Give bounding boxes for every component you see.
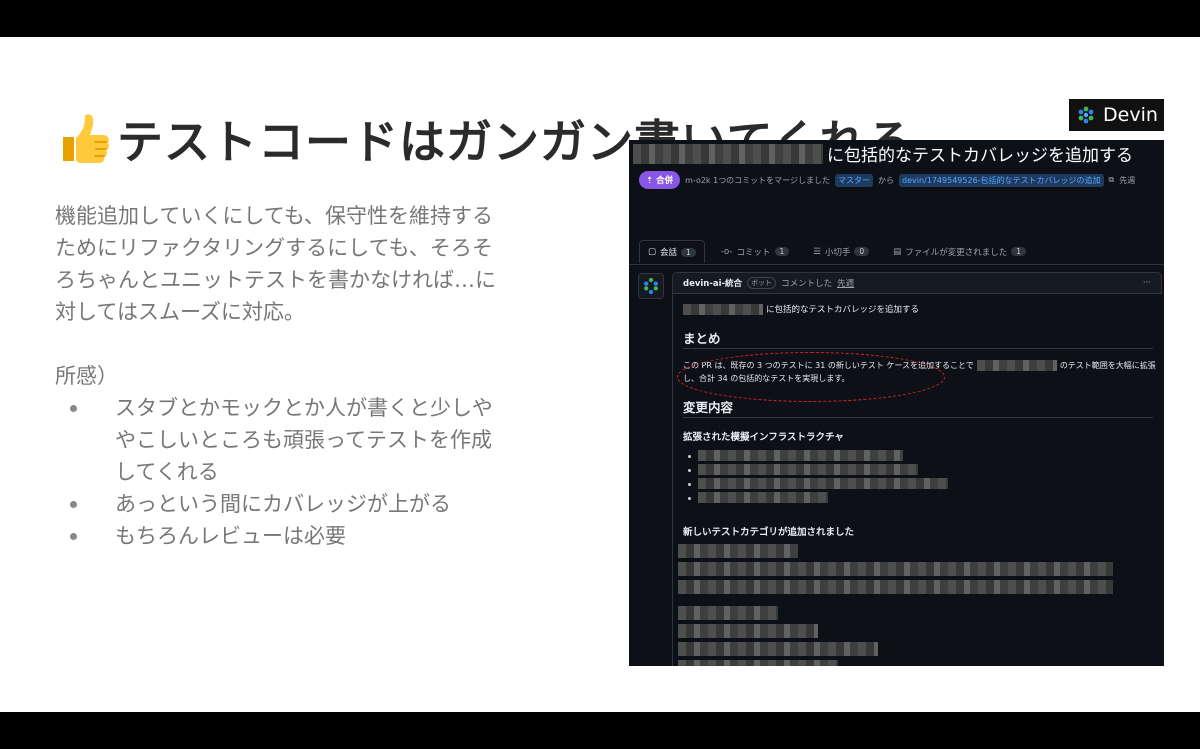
tab-files-changed[interactable]: ▤ ファイルが変更されました 1 xyxy=(885,240,1034,263)
intro-line: 対してはスムーズに対応。 xyxy=(55,300,305,324)
author-meta: m-o2k 1つのコミットをマージしました xyxy=(685,175,831,185)
divider xyxy=(683,348,1153,349)
redacted-text xyxy=(698,450,903,461)
impressions-label: 所感） xyxy=(55,364,118,388)
bullet-dot xyxy=(70,501,77,508)
bullet-dot xyxy=(70,405,77,412)
bullet-text: あっという間にカバレッジが上がる xyxy=(115,492,451,516)
redacted-text xyxy=(678,580,1113,594)
devin-badge: Devin xyxy=(1069,99,1164,131)
pr-screenshot: に包括的なテストカバレッジを追加する ⇡ 合併 m-o2k 1つのコミットをマー… xyxy=(629,140,1164,666)
more-options-button[interactable]: ··· xyxy=(1143,278,1151,288)
comment-time[interactable]: 先週 xyxy=(837,277,854,289)
merge-icon: ⇡ xyxy=(646,176,654,186)
redacted-text xyxy=(698,464,918,475)
redacted-text xyxy=(678,660,838,666)
from-label: から xyxy=(878,175,895,185)
tab-count: 1 xyxy=(681,247,696,257)
tab-label: 小切手 xyxy=(824,247,851,258)
redacted-text xyxy=(976,360,1057,371)
pr-title-text: に包括的なテストカバレッジを追加する xyxy=(827,146,1133,166)
impressions-list: スタブとかモックとか人が書くと少しや やこしいところも頑張ってテストを作成 して… xyxy=(55,392,565,552)
thumbs-up-icon xyxy=(63,114,110,163)
intro-line: ろちゃんとユニットテストを書かなければ…に xyxy=(55,268,496,292)
intro-line: 機能追加していくにしても、保守性を維持する xyxy=(55,204,494,228)
tab-label: 会話 xyxy=(660,248,678,258)
redacted-text xyxy=(633,143,823,164)
bullet-dot xyxy=(688,469,691,472)
tab-count: 1 xyxy=(1011,247,1027,256)
tab-conversation[interactable]: ▢ 会話 1 xyxy=(639,240,705,263)
tab-label: コミット xyxy=(736,247,771,258)
bullet-dot xyxy=(688,497,691,500)
comment-line-text: に包括的なテストカバレッジを追加する xyxy=(766,305,920,315)
redacted-text xyxy=(683,303,763,315)
tab-checks[interactable]: ☰ 小切手 0 xyxy=(805,240,877,263)
slide-body: 機能追加していくにしても、保守性を維持する ためにリファクタリングするにしても、… xyxy=(55,200,565,552)
commit-icon: -o- xyxy=(720,246,733,257)
comment-icon: ▢ xyxy=(648,247,657,257)
comment-body: に包括的なテストカバレッジを追加する まとめ この PR は、既存の 3 つのテ… xyxy=(672,294,1163,666)
pr-meta: ⇡ 合併 m-o2k 1つのコミットをマージしました マスター から devin… xyxy=(639,171,1135,189)
redacted-text xyxy=(698,492,828,503)
copy-icon[interactable]: ⧉ xyxy=(1109,175,1115,185)
infra-heading: 拡張された模擬インフラストラクチャ xyxy=(683,432,844,443)
merged-status-badge: ⇡ 合併 xyxy=(639,171,681,189)
devin-logo-icon xyxy=(1078,106,1094,124)
redacted-text xyxy=(678,606,778,620)
comment-action: コメントした xyxy=(781,279,833,289)
summary-text: のテスト範囲を大幅に拡張 xyxy=(1059,361,1156,370)
tab-commits[interactable]: -o- コミット 1 xyxy=(713,240,797,263)
bullet-text: やこしいところも頑張ってテストを作成 xyxy=(115,428,492,452)
tab-divider xyxy=(629,264,1164,265)
tab-count: 1 xyxy=(774,247,790,256)
bullet-dot xyxy=(688,483,691,486)
meta-time: 先週 xyxy=(1119,175,1136,185)
redacted-text xyxy=(698,478,948,489)
tab-label: ファイルが変更されました xyxy=(905,247,1008,258)
head-branch-link[interactable]: devin/1749549526-包括的なテストカバレッジの追加 xyxy=(899,173,1104,187)
intro-line: ためにリファクタリングするにしても、そろそ xyxy=(55,236,493,260)
bullet-dot xyxy=(688,455,691,458)
merged-status-label: 合併 xyxy=(656,176,674,186)
summary-heading: まとめ xyxy=(683,331,721,346)
bullet-dot xyxy=(70,533,77,540)
base-branch-link[interactable]: マスター xyxy=(835,173,874,187)
redacted-text xyxy=(678,642,878,656)
comment-line: に包括的なテストカバレッジを追加する xyxy=(683,303,919,315)
comment-header: devin-ai-統合 ボット コメントした 先週 ··· xyxy=(672,272,1162,294)
devin-badge-label: Devin xyxy=(1103,104,1158,126)
bullet-text: してくれる xyxy=(115,460,219,484)
highlight-ellipse xyxy=(677,352,945,402)
bullet-item: スタブとかモックとか人が書くと少しや やこしいところも頑張ってテストを作成 して… xyxy=(55,392,565,488)
categories-heading: 新しいテストカテゴリが追加されました xyxy=(683,527,855,538)
bot-badge: ボット xyxy=(747,277,777,289)
changes-heading: 変更内容 xyxy=(683,400,734,415)
bullet-text: もちろんレビューは必要 xyxy=(115,524,346,548)
bullet-text: スタブとかモックとか人が書くと少しや xyxy=(115,396,493,420)
file-diff-icon: ▤ xyxy=(893,246,902,257)
bullet-item: あっという間にカバレッジが上がる xyxy=(55,488,565,520)
pr-tabs: ▢ 会話 1 -o- コミット 1 ☰ 小切手 0 ▤ ファイルが変更されました… xyxy=(639,240,1034,263)
comment-author[interactable]: devin-ai-統合 xyxy=(683,277,742,289)
checklist-icon: ☰ xyxy=(813,246,821,257)
redacted-text xyxy=(678,544,798,558)
devin-logo-icon xyxy=(644,277,658,295)
avatar[interactable] xyxy=(638,273,664,299)
redacted-text xyxy=(678,562,1113,576)
redacted-text xyxy=(678,624,818,638)
pr-title: に包括的なテストカバレッジを追加する xyxy=(629,140,1164,167)
tab-count: 0 xyxy=(854,247,870,256)
divider xyxy=(683,417,1153,418)
bullet-item: もちろんレビューは必要 xyxy=(55,520,565,552)
